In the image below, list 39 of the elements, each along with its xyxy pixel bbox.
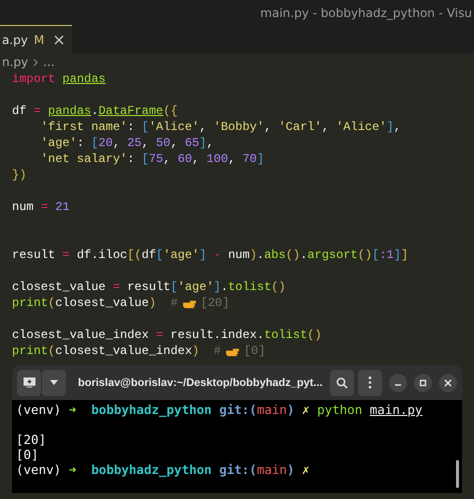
menu-button[interactable] — [358, 370, 382, 396]
breadcrumb-item[interactable]: ... — [43, 55, 55, 69]
code-line: print(closest_value_index) # — [12, 343, 221, 359]
code-line: }) — [12, 167, 26, 183]
code-line: import pandas — [12, 71, 106, 87]
dropdown-button[interactable] — [42, 370, 66, 396]
scrollbar[interactable] — [456, 460, 459, 488]
chevron-icon — [33, 58, 38, 66]
code-line: closest_value = result['age'].tolist() — [12, 279, 286, 295]
code-line: 'first name': ['Alice', 'Bobby', 'Carl', 'Alice'], — [40, 119, 401, 135]
close-icon — [444, 378, 452, 386]
breadcrumb-item[interactable]: n.py — [2, 55, 28, 69]
code-line: [20] — [200, 295, 230, 311]
code-line: df = pandas.DataFrame({ — [12, 103, 178, 119]
minimize-button[interactable] — [389, 374, 407, 392]
close-icon[interactable] — [54, 34, 64, 44]
new-tab-button[interactable] — [17, 370, 41, 396]
caret-icon — [50, 380, 58, 385]
code-line: 'age': [20, 25, 50, 65], — [40, 135, 214, 151]
code-line: [0] — [244, 343, 266, 359]
editor-tab[interactable]: a.py M — [0, 25, 72, 53]
window-title: main.py - bobbyhadz_python - Visu — [260, 6, 472, 20]
maximize-icon — [419, 378, 427, 386]
search-button[interactable] — [330, 370, 354, 396]
code-line: 'net salary': [75, 60, 100, 70] — [40, 151, 264, 167]
terminal-plus-icon — [22, 377, 36, 388]
maximize-button[interactable] — [414, 374, 432, 392]
terminal-line: [20] — [16, 432, 48, 447]
code-line: print(closest_value) # — [12, 295, 178, 311]
menu-icon — [368, 376, 372, 389]
terminal-line: (venv) ➜ bobbyhadz_python git:(main) ✗ — [16, 462, 311, 477]
terminal-line: [0] — [16, 447, 40, 462]
close-button[interactable] — [439, 374, 457, 392]
terminal-title: borislav@borislav:~/Desktop/bobbyhadz_pyt... — [78, 376, 324, 388]
code-line: result = df.iloc[(df['age'] - num).abs().argsort()[:1]] — [12, 247, 408, 263]
code-line: closest_value_index = result.index.tolist() — [12, 327, 322, 343]
code-line: num = 21 — [12, 199, 70, 215]
search-icon — [336, 376, 348, 388]
terminal-line: (venv) ➜ bobbyhadz_python git:(main) ✗ python main.py — [16, 402, 424, 417]
